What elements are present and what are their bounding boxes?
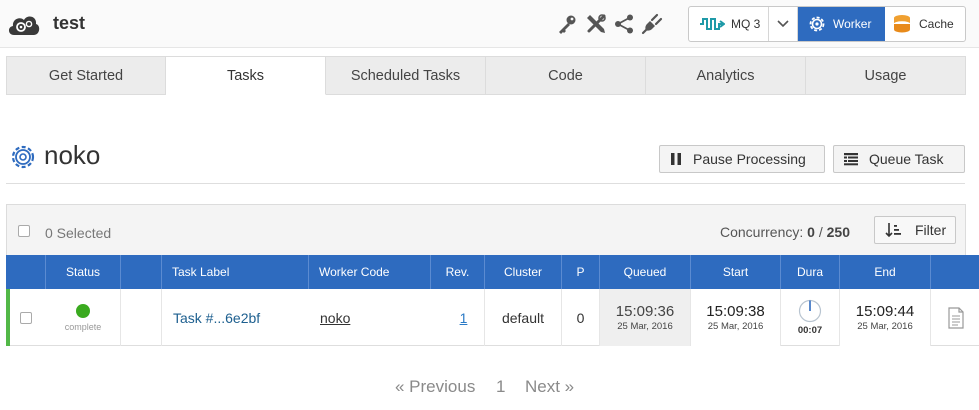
task-label-link[interactable]: Task #...6e2bf (173, 310, 260, 326)
share-icon[interactable] (613, 13, 635, 35)
col-status[interactable]: Status (46, 255, 121, 289)
col-duration[interactable]: Dura (781, 255, 840, 289)
document-icon[interactable] (947, 306, 965, 329)
tab-analytics[interactable]: Analytics (646, 56, 806, 95)
row-checkbox[interactable] (20, 311, 32, 324)
header-divider (6, 183, 965, 184)
cloud-gear-icon[interactable] (6, 9, 40, 39)
worker-code-cell: noko (309, 289, 431, 346)
worker-service-button[interactable]: Worker (798, 7, 885, 41)
filter-label: Filter (915, 222, 947, 238)
concurrency-separator: / (818, 224, 823, 240)
queue-task-button[interactable]: Queue Task (833, 145, 965, 173)
tab-code[interactable]: Code (486, 56, 646, 95)
cluster-cell: default (485, 289, 562, 346)
pause-icon (671, 153, 681, 165)
duration-dial-icon (798, 299, 822, 323)
task-label-cell: Task #...6e2bf (162, 289, 309, 346)
database-icon (894, 15, 910, 33)
cache-service-label: Cache (919, 17, 954, 31)
table-row[interactable]: complete Task #...6e2bf noko 1 default 0… (6, 289, 979, 346)
status-text: complete (64, 321, 102, 332)
tab-get-started[interactable]: Get Started (6, 56, 166, 95)
col-queued[interactable]: Queued (600, 255, 691, 289)
main-tabs: Get Started Tasks Scheduled Tasks Code A… (6, 56, 979, 95)
table-header: Status Task Label Worker Code Rev. Clust… (6, 255, 979, 289)
queued-time: 15:09:36 (615, 303, 675, 320)
concurrency-readout: Concurrency: 0 / 250 (720, 224, 850, 240)
mq-service-label: MQ 3 (731, 17, 761, 31)
previous-page-link[interactable]: « Previous (395, 377, 475, 397)
col-select (6, 255, 46, 289)
start-time: 15:09:38 (706, 303, 765, 320)
col-cluster[interactable]: Cluster (485, 255, 562, 289)
col-start[interactable]: Start (691, 255, 781, 289)
sort-filter-icon (885, 223, 901, 238)
app-title: test (53, 13, 86, 33)
row-select-cell (6, 289, 46, 346)
tools-icon[interactable] (585, 13, 607, 35)
plug-icon[interactable] (641, 13, 663, 35)
service-switcher: MQ 3 Worker Cache (688, 6, 966, 42)
col-priority[interactable]: P (562, 255, 600, 289)
top-bar: test MQ 3 Worker Cache (0, 0, 979, 48)
concurrency-max: 250 (826, 224, 850, 240)
select-all-checkbox[interactable] (18, 225, 30, 237)
status-cell: complete (46, 289, 121, 346)
col-worker-code[interactable]: Worker Code (309, 255, 431, 289)
gear-icon (809, 16, 825, 32)
pause-processing-button[interactable]: Pause Processing (659, 145, 825, 173)
queue-task-label: Queue Task (869, 151, 944, 167)
col-log (931, 255, 979, 289)
col-task-label[interactable]: Task Label (162, 255, 309, 289)
worker-code-link[interactable]: noko (320, 310, 350, 326)
rev-cell: 1 (431, 289, 485, 346)
queued-cell: 15:09:36 25 Mar, 2016 (600, 289, 691, 346)
tab-usage[interactable]: Usage (806, 56, 966, 95)
duration-value: 00:07 (797, 325, 823, 336)
concurrency-label: Concurrency: (720, 224, 804, 240)
tab-tasks[interactable]: Tasks (166, 56, 326, 95)
page-title: noko (44, 140, 101, 170)
concurrency-current: 0 (807, 224, 815, 240)
table-toolbar: 0 Selected Concurrency: 0 / 250 Filter (7, 205, 965, 255)
end-cell: 15:09:44 25 Mar, 2016 (840, 289, 931, 346)
mq-service-button[interactable]: MQ 3 (689, 7, 769, 41)
cache-service-button[interactable]: Cache (885, 7, 965, 41)
end-time: 15:09:44 (855, 303, 915, 320)
task-table-panel: 0 Selected Concurrency: 0 / 250 Filter S… (6, 204, 979, 346)
start-date: 25 Mar, 2016 (707, 321, 764, 332)
start-cell: 15:09:38 25 Mar, 2016 (691, 289, 781, 346)
selected-count: 0 Selected (45, 225, 112, 241)
chevron-down-icon (777, 20, 789, 28)
tab-scheduled-tasks[interactable]: Scheduled Tasks (326, 56, 486, 95)
blank-cell (121, 289, 162, 346)
queued-date: 25 Mar, 2016 (617, 321, 673, 332)
col-end[interactable]: End (840, 255, 931, 289)
mq-dropdown-toggle[interactable] (769, 7, 798, 41)
status-dot-icon (76, 303, 90, 318)
col-rev[interactable]: Rev. (431, 255, 485, 289)
end-date: 25 Mar, 2016 (857, 321, 913, 332)
col-blank (121, 255, 162, 289)
list-icon (844, 153, 858, 166)
mq-wave-icon (700, 18, 725, 30)
worker-service-label: Worker (833, 17, 872, 31)
priority-cell: 0 (562, 289, 600, 346)
rev-link[interactable]: 1 (460, 310, 468, 326)
gear-icon (11, 145, 35, 169)
pause-processing-label: Pause Processing (693, 151, 806, 167)
current-page-number[interactable]: 1 (496, 377, 505, 397)
next-page-link[interactable]: Next » (525, 377, 574, 397)
key-icon[interactable] (556, 13, 578, 35)
log-cell (931, 289, 979, 346)
filter-button[interactable]: Filter (874, 216, 956, 244)
duration-cell: 00:07 (781, 289, 840, 346)
